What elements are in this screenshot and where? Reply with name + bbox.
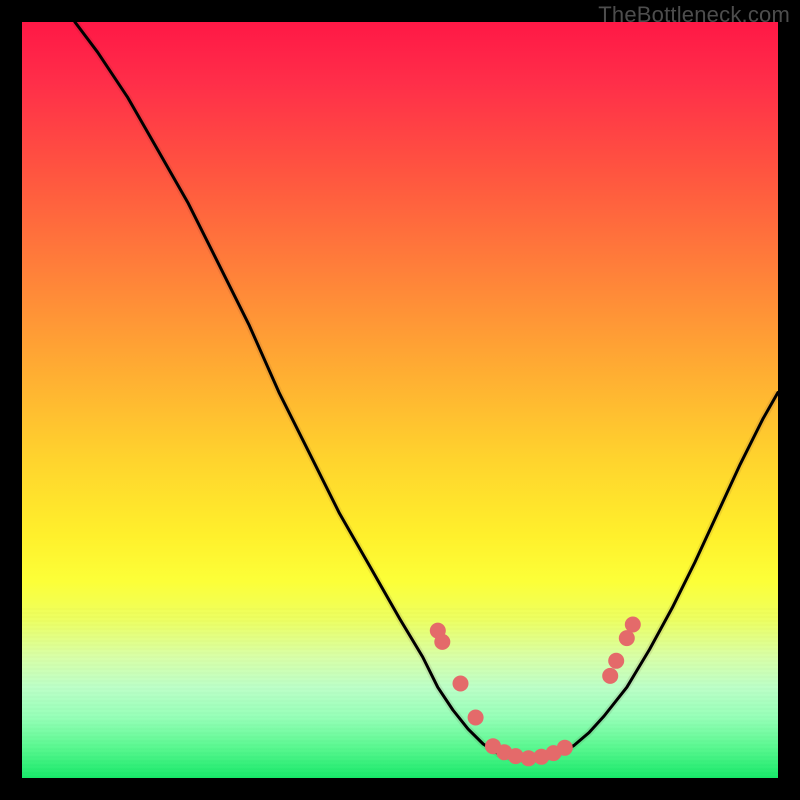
curve-marker [608, 653, 624, 669]
curve-marker [434, 634, 450, 650]
bottleneck-curve [75, 22, 778, 760]
curve-marker [468, 710, 484, 726]
chart-svg [22, 22, 778, 778]
curve-markers [430, 617, 641, 767]
curve-marker [625, 617, 641, 633]
chart-frame: TheBottleneck.com [0, 0, 800, 800]
plot-area [22, 22, 778, 778]
curve-marker [602, 668, 618, 684]
curve-marker [619, 630, 635, 646]
curve-marker [557, 740, 573, 756]
curve-marker [453, 676, 469, 692]
watermark-text: TheBottleneck.com [598, 2, 790, 28]
bottleneck-curve-glow [75, 22, 778, 760]
